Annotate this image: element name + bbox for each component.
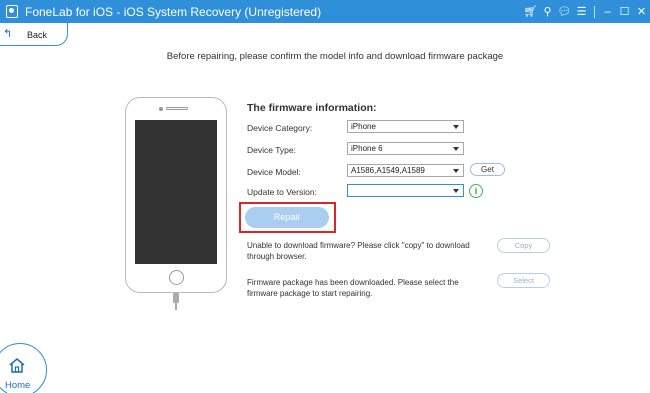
home-icon bbox=[9, 358, 25, 373]
title-bar: FoneLab for iOS - iOS System Recovery (U… bbox=[0, 0, 650, 23]
back-arrow-icon: ↰ bbox=[3, 28, 13, 40]
window-title: FoneLab for iOS - iOS System Recovery (U… bbox=[25, 5, 322, 19]
chevron-down-icon bbox=[453, 189, 459, 193]
device-type-select[interactable]: iPhone 6 bbox=[347, 142, 464, 155]
select-button[interactable]: Select bbox=[497, 273, 550, 288]
device-model-select[interactable]: A1586,A1549,A1589 bbox=[347, 164, 464, 177]
device-category-label: Device Category: bbox=[247, 123, 313, 133]
phone-home-button bbox=[169, 270, 184, 285]
speaker-icon bbox=[166, 107, 188, 110]
minimize-icon[interactable]: – bbox=[599, 0, 616, 23]
camera-icon bbox=[159, 107, 163, 111]
chevron-down-icon bbox=[453, 147, 459, 151]
back-label: Back bbox=[27, 30, 48, 40]
menu-icon[interactable]: ☰ bbox=[573, 0, 590, 23]
page-headline: Before repairing, please confirm the mod… bbox=[166, 51, 504, 62]
device-category-select[interactable]: iPhone bbox=[347, 120, 464, 133]
home-label[interactable]: Home bbox=[5, 380, 30, 391]
get-button[interactable]: Get bbox=[470, 163, 505, 176]
update-version-select[interactable] bbox=[347, 184, 464, 197]
info-icon[interactable]: i bbox=[469, 184, 483, 198]
back-button[interactable]: ↰ Back bbox=[0, 23, 68, 46]
chat-icon[interactable]: 💬︎ bbox=[556, 0, 573, 23]
device-model-value: A1586,A1549,A1589 bbox=[351, 166, 425, 175]
device-category-value: iPhone bbox=[351, 122, 376, 131]
device-type-label: Device Type: bbox=[247, 145, 296, 155]
iphone-illustration bbox=[125, 97, 227, 293]
copy-button[interactable]: Copy bbox=[497, 238, 550, 253]
update-version-label: Update to Version: bbox=[247, 187, 317, 197]
firmware-heading: The firmware information: bbox=[247, 102, 377, 114]
title-divider bbox=[594, 5, 595, 18]
device-type-value: iPhone 6 bbox=[351, 144, 383, 153]
key-icon[interactable]: ⚲ bbox=[539, 0, 556, 23]
device-model-label: Device Model: bbox=[247, 167, 301, 177]
lightning-cable bbox=[175, 302, 177, 310]
select-note: Firmware package has been downloaded. Pl… bbox=[247, 278, 459, 298]
chevron-down-icon bbox=[453, 125, 459, 129]
download-note: Unable to download firmware? Please clic… bbox=[247, 241, 470, 261]
app-logo-icon bbox=[6, 5, 18, 18]
window-controls: 🛒︎ ⚲ 💬︎ ☰ – ☐ ✕ bbox=[522, 0, 650, 23]
cart-icon[interactable]: 🛒︎ bbox=[522, 0, 539, 23]
close-icon[interactable]: ✕ bbox=[633, 0, 650, 23]
phone-screen bbox=[135, 120, 217, 264]
repair-button[interactable]: Repair bbox=[245, 207, 329, 228]
maximize-icon[interactable]: ☐ bbox=[616, 0, 633, 23]
chevron-down-icon bbox=[453, 169, 459, 173]
